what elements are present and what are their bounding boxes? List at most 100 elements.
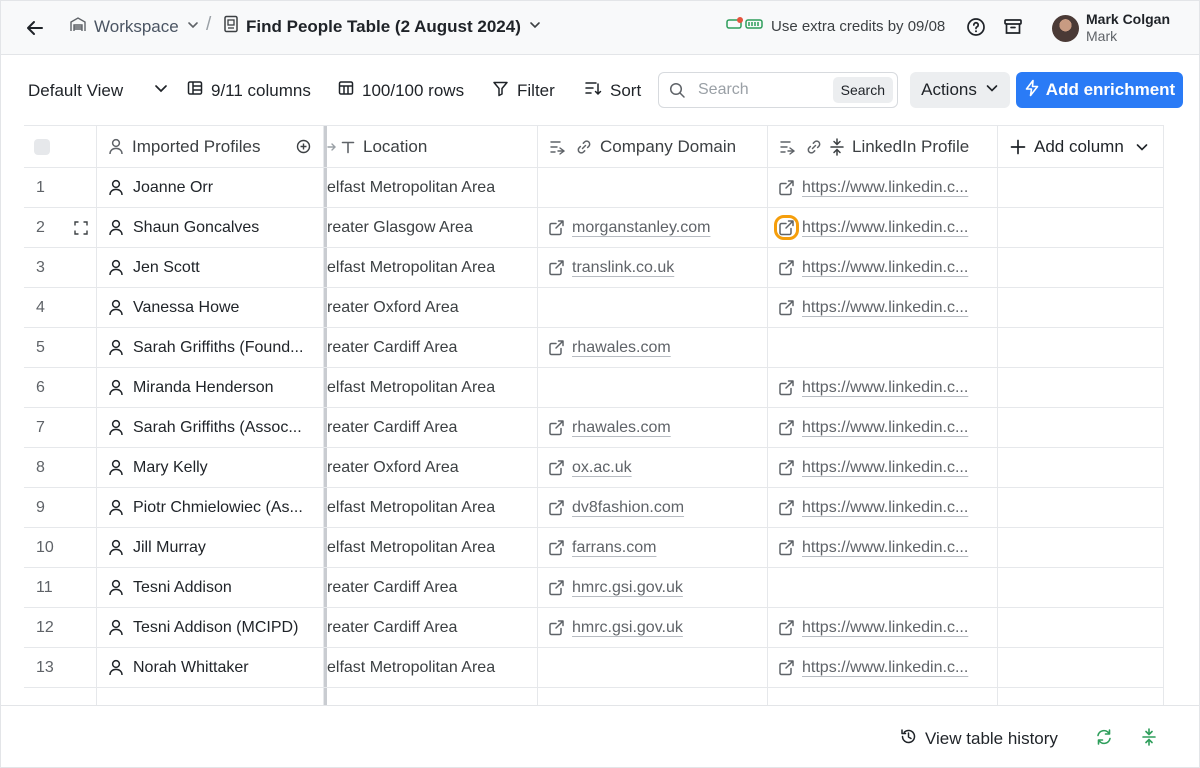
location-cell[interactable]: elfast Metropolitan Area: [324, 368, 538, 407]
external-link-icon[interactable]: [778, 379, 795, 396]
row-number-cell[interactable]: 13: [24, 648, 97, 687]
select-all-checkbox[interactable]: [34, 138, 50, 155]
domain-cell[interactable]: [538, 368, 768, 407]
actions-button[interactable]: Actions: [910, 72, 1010, 108]
back-arrow-icon[interactable]: [23, 16, 47, 40]
external-link-icon[interactable]: [548, 579, 565, 596]
domain-cell[interactable]: ox.ac.uk: [538, 448, 768, 487]
domain-link[interactable]: rhawales.com: [572, 339, 671, 357]
external-link-icon[interactable]: [778, 299, 795, 316]
location-cell[interactable]: reater Cardiff Area: [324, 328, 538, 367]
linkedin-cell[interactable]: https://www.linkedin.c...: [768, 168, 998, 207]
linkedin-link[interactable]: https://www.linkedin.c...: [802, 659, 968, 677]
location-cell[interactable]: elfast Metropolitan Area: [324, 648, 538, 687]
external-link-icon[interactable]: [548, 259, 565, 276]
table-row[interactable]: 3 Jen Scott elfast Metropolitan Area transl…: [24, 248, 1164, 288]
table-row[interactable]: 6 Miranda Henderson elfast Metropolitan Ar…: [24, 368, 1164, 408]
profile-cell[interactable]: Jill Murray: [97, 528, 324, 567]
view-selector[interactable]: Default View: [28, 80, 169, 101]
linkedin-cell[interactable]: https://www.linkedin.c...: [768, 608, 998, 647]
external-link-icon[interactable]: [778, 419, 795, 436]
archive-icon[interactable]: [1003, 17, 1023, 42]
profile-cell[interactable]: Tesni Addison (MCIPD): [97, 608, 324, 647]
external-link-icon[interactable]: [778, 499, 795, 516]
column-header-location[interactable]: Location: [324, 126, 538, 167]
domain-cell[interactable]: hmrc.gsi.gov.uk: [538, 568, 768, 607]
linkedin-link[interactable]: https://www.linkedin.c...: [802, 419, 968, 437]
row-number-cell[interactable]: 12: [24, 608, 97, 647]
column-header-profiles[interactable]: Imported Profiles: [97, 126, 324, 167]
domain-link[interactable]: hmrc.gsi.gov.uk: [572, 619, 683, 637]
linkedin-cell[interactable]: https://www.linkedin.c...: [768, 368, 998, 407]
linkedin-cell[interactable]: https://www.linkedin.c...: [768, 288, 998, 327]
search-input[interactable]: [696, 80, 816, 100]
view-history-button[interactable]: View table history: [900, 728, 1058, 750]
profile-cell[interactable]: Piotr Chmielowiec (As...: [97, 488, 324, 527]
domain-cell[interactable]: dv8fashion.com: [538, 488, 768, 527]
external-link-icon[interactable]: [548, 339, 565, 356]
linkedin-link[interactable]: https://www.linkedin.c...: [802, 539, 968, 557]
domain-link[interactable]: rhawales.com: [572, 419, 671, 437]
table-row[interactable]: 5 Sarah Griffiths (Found... reater Cardiff…: [24, 328, 1164, 368]
external-link-icon[interactable]: [774, 215, 799, 240]
external-link-icon[interactable]: [548, 619, 565, 636]
domain-cell[interactable]: rhawales.com: [538, 328, 768, 367]
row-number-cell[interactable]: 1: [24, 168, 97, 207]
location-cell[interactable]: reater Oxford Area: [324, 448, 538, 487]
column-header-domain[interactable]: Company Domain: [538, 126, 768, 167]
profile-cell[interactable]: Norah Whittaker: [97, 648, 324, 687]
external-link-icon[interactable]: [778, 619, 795, 636]
help-icon[interactable]: [966, 17, 986, 42]
table-row[interactable]: 12 Tesni Addison (MCIPD) reater Cardiff Ar…: [24, 608, 1164, 648]
add-circle-icon[interactable]: [296, 139, 311, 154]
profile-cell[interactable]: Vanessa Howe: [97, 288, 324, 327]
domain-cell[interactable]: [538, 288, 768, 327]
domain-cell[interactable]: [538, 168, 768, 207]
linkedin-cell[interactable]: https://www.linkedin.c...: [768, 488, 998, 527]
row-number-cell[interactable]: 6: [24, 368, 97, 407]
table-row[interactable]: 4 Vanessa Howe reater Oxford Area https://w…: [24, 288, 1164, 328]
linkedin-cell[interactable]: https://www.linkedin.c...: [768, 648, 998, 687]
location-cell[interactable]: reater Glasgow Area: [324, 208, 538, 247]
location-cell[interactable]: reater Cardiff Area: [324, 568, 538, 607]
profile-cell[interactable]: Shaun Goncalves: [97, 208, 324, 247]
external-link-icon[interactable]: [548, 499, 565, 516]
linkedin-cell[interactable]: [768, 568, 998, 607]
row-number-cell[interactable]: 2: [24, 208, 97, 247]
linkedin-cell[interactable]: https://www.linkedin.c...: [768, 448, 998, 487]
table-row[interactable]: 8 Mary Kelly reater Oxford Area ox.ac.uk htt…: [24, 448, 1164, 488]
row-number-cell[interactable]: 11: [24, 568, 97, 607]
expand-row-icon[interactable]: [74, 220, 88, 235]
external-link-icon[interactable]: [548, 539, 565, 556]
row-number-cell[interactable]: 5: [24, 328, 97, 367]
external-link-icon[interactable]: [778, 539, 795, 556]
profile-cell[interactable]: Jen Scott: [97, 248, 324, 287]
profile-cell[interactable]: Tesni Addison: [97, 568, 324, 607]
domain-cell[interactable]: morganstanley.com: [538, 208, 768, 247]
external-link-icon[interactable]: [778, 459, 795, 476]
domain-link[interactable]: translink.co.uk: [572, 259, 674, 277]
linkedin-cell[interactable]: https://www.linkedin.c...: [768, 208, 998, 247]
linkedin-link[interactable]: https://www.linkedin.c...: [802, 179, 968, 197]
location-cell[interactable]: reater Cardiff Area: [324, 608, 538, 647]
breadcrumb-workspace[interactable]: Workspace: [69, 15, 200, 38]
add-enrichment-button[interactable]: Add enrichment: [1016, 72, 1183, 108]
location-cell[interactable]: elfast Metropolitan Area: [324, 528, 538, 567]
location-cell[interactable]: elfast Metropolitan Area: [324, 248, 538, 287]
external-link-icon[interactable]: [778, 259, 795, 276]
row-number-cell[interactable]: 8: [24, 448, 97, 487]
table-row[interactable]: 13 Norah Whittaker elfast Metropolitan Are…: [24, 648, 1164, 688]
domain-cell[interactable]: farrans.com: [538, 528, 768, 567]
search-button[interactable]: Search: [832, 77, 893, 103]
location-cell[interactable]: reater Oxford Area: [324, 288, 538, 327]
location-cell[interactable]: reater Cardiff Area: [324, 408, 538, 447]
rows-button[interactable]: 100/100 rows: [338, 80, 464, 101]
columns-button[interactable]: 9/11 columns: [187, 80, 311, 101]
row-number-cell[interactable]: 9: [24, 488, 97, 527]
domain-cell[interactable]: [538, 648, 768, 687]
linkedin-link[interactable]: https://www.linkedin.c...: [802, 259, 968, 277]
profile-cell[interactable]: Sarah Griffiths (Assoc...: [97, 408, 324, 447]
linkedin-link[interactable]: https://www.linkedin.c...: [802, 379, 968, 397]
sort-button[interactable]: Sort: [584, 80, 641, 102]
table-row[interactable]: 7 Sarah Griffiths (Assoc... reater Cardiff…: [24, 408, 1164, 448]
